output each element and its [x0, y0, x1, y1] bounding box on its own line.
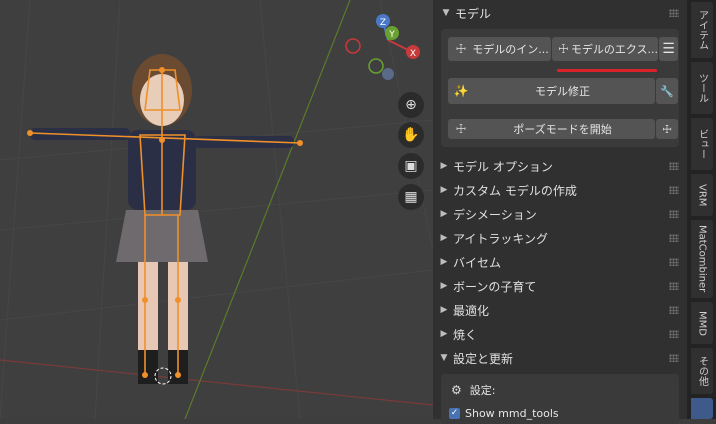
drag-handle-icon[interactable]: [669, 234, 679, 242]
settings-label: 設定:: [469, 384, 496, 397]
grid-view-icon[interactable]: ▦: [398, 184, 424, 210]
menu-button[interactable]: ☰: [659, 37, 678, 61]
fix-model-button[interactable]: ✨ モデル修正: [448, 78, 655, 104]
tab-item[interactable]: アイテム: [691, 2, 713, 58]
section-eye-tracking[interactable]: ▶ アイトラッキング: [433, 226, 687, 250]
gears-icon: ⚙: [451, 383, 462, 397]
drag-handle-icon[interactable]: [669, 306, 679, 314]
gizmo-z-label: Z: [380, 18, 386, 28]
section-decimation[interactable]: ▶ デシメーション: [433, 202, 687, 226]
tab-view[interactable]: ビュー: [691, 118, 713, 170]
drag-handle-icon[interactable]: [669, 282, 679, 290]
tab-tool[interactable]: ツール: [691, 62, 713, 114]
armature-icon: ☩: [455, 122, 467, 136]
chevron-right-icon: ▶: [440, 305, 448, 315]
chevron-right-icon: ▶: [440, 257, 448, 267]
section-settings-updates[interactable]: ▼ 設定と更新: [433, 346, 687, 370]
navigation-gizmo: Z Y X: [345, 14, 420, 80]
drag-handle-icon[interactable]: [669, 258, 679, 266]
armature-icon: ☩: [662, 122, 672, 136]
chevron-right-icon: ▶: [440, 233, 448, 243]
sparkle-icon: ✨: [453, 84, 469, 98]
settings-box: ⚙ 設定: ✓ Show mmd_tools: [441, 374, 679, 424]
y-axis-line: [184, 0, 351, 419]
chevron-right-icon: ▶: [440, 161, 448, 171]
sidebar-tabs: アイテム ツール ビュー VRM MatCombiner MMD その他: [687, 0, 716, 419]
tab-vrm[interactable]: VRM: [691, 174, 713, 216]
camera-icon[interactable]: ▣: [398, 153, 424, 179]
drag-handle-icon[interactable]: [669, 330, 679, 338]
tab-mmd[interactable]: MMD: [691, 302, 713, 344]
viewport-grid: Z Y X: [0, 0, 433, 419]
chevron-right-icon: ▶: [440, 185, 448, 195]
export-model-button[interactable]: ☩ モデルのエクス...: [552, 37, 658, 61]
gizmo-x-label: X: [410, 49, 416, 59]
drag-handle-icon[interactable]: [669, 162, 679, 170]
3d-viewport[interactable]: Z Y X ⊕ ✋ ▣ ▦: [0, 0, 433, 419]
tab-matcombiner[interactable]: MatCombiner: [691, 220, 713, 298]
chevron-down-icon: ▼: [440, 353, 448, 363]
drag-handle-icon[interactable]: [669, 186, 679, 194]
highlight-underline: [557, 69, 657, 72]
sidebar-panel: ▼ モデル ☩ モデルのイン... ☩ モデルのエクス... ☰ ✨ モデル修正…: [433, 0, 687, 424]
section-optimization[interactable]: ▶ 最適化: [433, 298, 687, 322]
model-tools-box: ☩ モデルのイン... ☩ モデルのエクス... ☰ ✨ モデル修正 🔧 ☩ ポ…: [441, 29, 679, 147]
chevron-right-icon: ▶: [440, 281, 448, 291]
section-custom-model[interactable]: ▶ カスタム モデルの作成: [433, 178, 687, 202]
panel-header-model[interactable]: ▼ モデル: [433, 0, 687, 26]
tab-active[interactable]: [691, 398, 713, 419]
panel-title: モデル: [455, 6, 492, 21]
figure-icon: ☩: [558, 42, 569, 56]
figure-icon: ☩: [455, 42, 467, 56]
hamburger-icon: ☰: [662, 41, 675, 57]
drag-handle-icon[interactable]: [669, 354, 679, 362]
start-pose-mode-button[interactable]: ☩ ポーズモードを開始: [448, 119, 655, 139]
pose-options-button[interactable]: ☩: [656, 119, 678, 139]
tab-other[interactable]: その他: [691, 348, 713, 394]
show-mmd-tools-checkbox[interactable]: ✓ Show mmd_tools: [449, 407, 559, 420]
drag-handle-icon[interactable]: [669, 9, 679, 17]
chevron-right-icon: ▶: [440, 329, 448, 339]
chevron-down-icon: ▼: [442, 8, 450, 18]
checkmark-icon: ✓: [449, 408, 460, 419]
import-model-button[interactable]: ☩ モデルのイン...: [448, 37, 551, 61]
drag-handle-icon[interactable]: [669, 210, 679, 218]
section-bake[interactable]: ▶ 焼く: [433, 322, 687, 346]
x-axis-line: [0, 359, 433, 406]
hand-icon[interactable]: ✋: [398, 122, 424, 148]
section-model-options[interactable]: ▶ モデル オプション: [433, 154, 687, 178]
gizmo-y-label: Y: [388, 30, 395, 40]
chevron-right-icon: ▶: [440, 209, 448, 219]
wrench-icon: 🔧: [660, 84, 674, 98]
zoom-icon[interactable]: ⊕: [398, 92, 424, 118]
section-bone-parenting[interactable]: ▶ ボーンの子育て: [433, 274, 687, 298]
wrench-button[interactable]: 🔧: [656, 78, 678, 104]
section-visemes[interactable]: ▶ バイセム: [433, 250, 687, 274]
